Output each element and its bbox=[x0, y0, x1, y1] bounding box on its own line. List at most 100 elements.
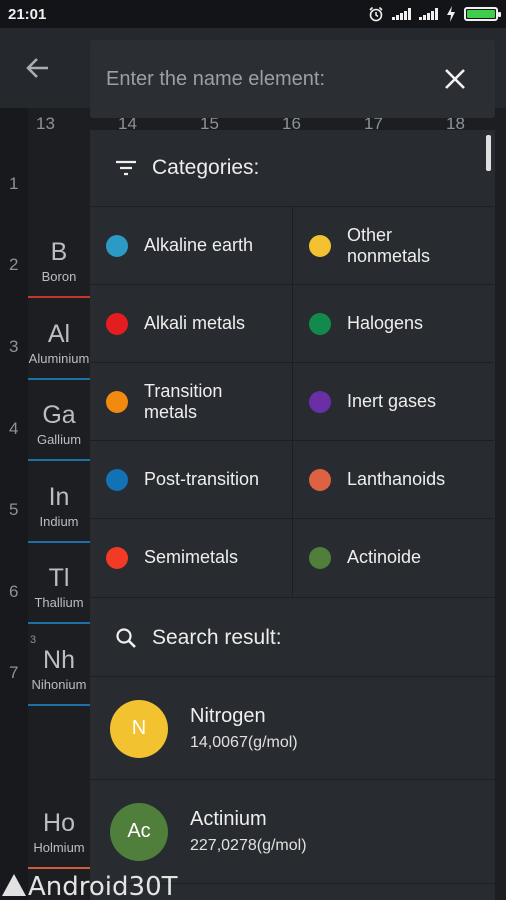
category-halogens[interactable]: Halogens bbox=[292, 284, 494, 362]
element-symbol: Ga bbox=[42, 401, 76, 429]
charging-icon bbox=[447, 6, 455, 22]
element-tile[interactable]: B Boron bbox=[28, 226, 90, 302]
element-symbol: In bbox=[48, 483, 70, 511]
result-atomic-mass: 14,0067(g/mol) bbox=[190, 734, 298, 751]
row-number: 4 bbox=[9, 419, 19, 438]
element-name: Holmium bbox=[33, 840, 85, 855]
category-color-dot bbox=[106, 234, 128, 257]
row-number: 3 bbox=[9, 337, 19, 356]
element-avatar: N bbox=[110, 699, 168, 758]
category-bar bbox=[28, 459, 90, 461]
element-tile[interactable]: Tl Thallium bbox=[28, 552, 90, 628]
category-label: Alkaline earth bbox=[144, 235, 254, 255]
element-symbol: Ho bbox=[43, 809, 75, 837]
row-numbers: 1 2 3 4 5 6 7 bbox=[0, 108, 28, 900]
element-name: Indium bbox=[39, 514, 79, 529]
element-search-input[interactable] bbox=[106, 62, 416, 96]
watermark: Android30T bbox=[2, 872, 178, 900]
element-tile[interactable]: Ho Holmium bbox=[28, 797, 90, 873]
categories-title: Categories: bbox=[152, 156, 260, 179]
category-label: Actinoide bbox=[347, 547, 422, 567]
category-color-dot bbox=[106, 312, 128, 335]
column-number: 13 bbox=[36, 114, 55, 133]
category-post-transition[interactable]: Post-transition bbox=[90, 440, 292, 518]
result-item-actinium[interactable]: Ac Actinium 227,0278(g/mol) bbox=[90, 779, 495, 883]
status-bar: 21:01 bbox=[0, 0, 506, 28]
category-label: Post-transition bbox=[144, 469, 260, 489]
category-bar bbox=[28, 867, 90, 869]
element-symbol: Al bbox=[47, 320, 71, 348]
category-alkaline-earth[interactable]: Alkaline earth bbox=[90, 206, 292, 284]
alarm-icon bbox=[369, 6, 383, 22]
category-bar bbox=[28, 378, 90, 380]
category-inert-gases[interactable]: Inert gases bbox=[292, 362, 494, 440]
category-other-nonmetals[interactable]: Other nonmetals bbox=[292, 206, 494, 284]
avatar-symbol: Ac bbox=[127, 820, 151, 842]
category-label: Other nonmetals bbox=[347, 224, 431, 266]
element-name: Thallium bbox=[34, 595, 84, 610]
row-number: 2 bbox=[9, 255, 19, 274]
search-box bbox=[90, 40, 495, 118]
element-name: Nihonium bbox=[31, 677, 87, 692]
search-result-title: Search result: bbox=[152, 626, 282, 649]
row-number: 1 bbox=[9, 174, 19, 193]
search-icon bbox=[116, 628, 136, 648]
category-alkali-metals[interactable]: Alkali metals bbox=[90, 284, 292, 362]
element-symbol: Nh bbox=[43, 646, 75, 674]
element-tile[interactable]: In Indium bbox=[28, 471, 90, 547]
element-symbol: B bbox=[50, 238, 68, 266]
category-label: Lanthanoids bbox=[347, 469, 446, 489]
category-color-dot bbox=[309, 546, 331, 569]
category-label: Inert gases bbox=[347, 391, 437, 411]
battery-icon bbox=[464, 7, 501, 21]
category-color-dot bbox=[309, 390, 331, 413]
element-tile[interactable]: 3 Nh Nihonium bbox=[28, 634, 90, 710]
category-label: Semimetals bbox=[144, 547, 239, 567]
element-avatar: Ac bbox=[110, 802, 168, 861]
category-color-dot bbox=[309, 312, 331, 335]
screen: 21:01 13 14 15 16 17 18 1 2 3 4 5 6 7 B … bbox=[0, 0, 506, 900]
category-semimetals[interactable]: Semimetals bbox=[90, 518, 292, 596]
signal-icon-2 bbox=[419, 8, 438, 20]
category-label: Transition metals bbox=[144, 380, 223, 422]
element-name: Boron bbox=[41, 269, 77, 284]
category-color-dot bbox=[309, 234, 331, 257]
category-bar bbox=[28, 622, 90, 624]
watermark-text: Android30T bbox=[28, 872, 178, 900]
category-color-dot bbox=[106, 546, 128, 569]
category-panel: Categories: Alkaline earth Other nonmeta… bbox=[90, 130, 495, 900]
category-color-dot bbox=[106, 390, 128, 413]
category-color-dot bbox=[309, 468, 331, 491]
category-lanthanoids[interactable]: Lanthanoids bbox=[292, 440, 494, 518]
result-element-name: Nitrogen bbox=[190, 705, 266, 727]
category-actinoide[interactable]: Actinoide bbox=[292, 518, 494, 596]
watermark-logo-icon bbox=[2, 874, 26, 896]
signal-icon bbox=[392, 8, 411, 20]
category-bar bbox=[28, 704, 90, 706]
divider bbox=[90, 597, 495, 598]
status-time: 21:01 bbox=[8, 5, 47, 23]
category-label: Halogens bbox=[347, 313, 424, 333]
element-symbol: Tl bbox=[48, 564, 70, 592]
avatar-symbol: N bbox=[131, 717, 147, 739]
element-tile[interactable]: Ga Gallium bbox=[28, 389, 90, 465]
result-atomic-mass: 227,0278(g/mol) bbox=[190, 837, 307, 854]
close-icon[interactable] bbox=[443, 67, 467, 91]
search-result-header: Search result: bbox=[90, 600, 495, 676]
element-index: 3 bbox=[30, 634, 37, 646]
element-tile[interactable]: Al Aluminium bbox=[28, 308, 90, 384]
row-number: 7 bbox=[9, 663, 19, 682]
element-name: Aluminium bbox=[28, 351, 90, 366]
result-item-nitrogen[interactable]: N Nitrogen 14,0067(g/mol) bbox=[90, 676, 495, 780]
category-transition-metals[interactable]: Transition metals bbox=[90, 362, 292, 440]
back-arrow-icon[interactable] bbox=[22, 52, 54, 84]
row-number: 5 bbox=[9, 500, 19, 519]
categories-header: Categories: bbox=[90, 130, 495, 206]
category-bar bbox=[28, 296, 90, 298]
category-color-dot bbox=[106, 468, 128, 491]
filter-icon bbox=[116, 160, 136, 176]
row-number: 6 bbox=[9, 582, 19, 601]
category-bar bbox=[28, 541, 90, 543]
category-label: Alkali metals bbox=[144, 313, 246, 333]
result-element-name: Actinium bbox=[190, 808, 267, 830]
